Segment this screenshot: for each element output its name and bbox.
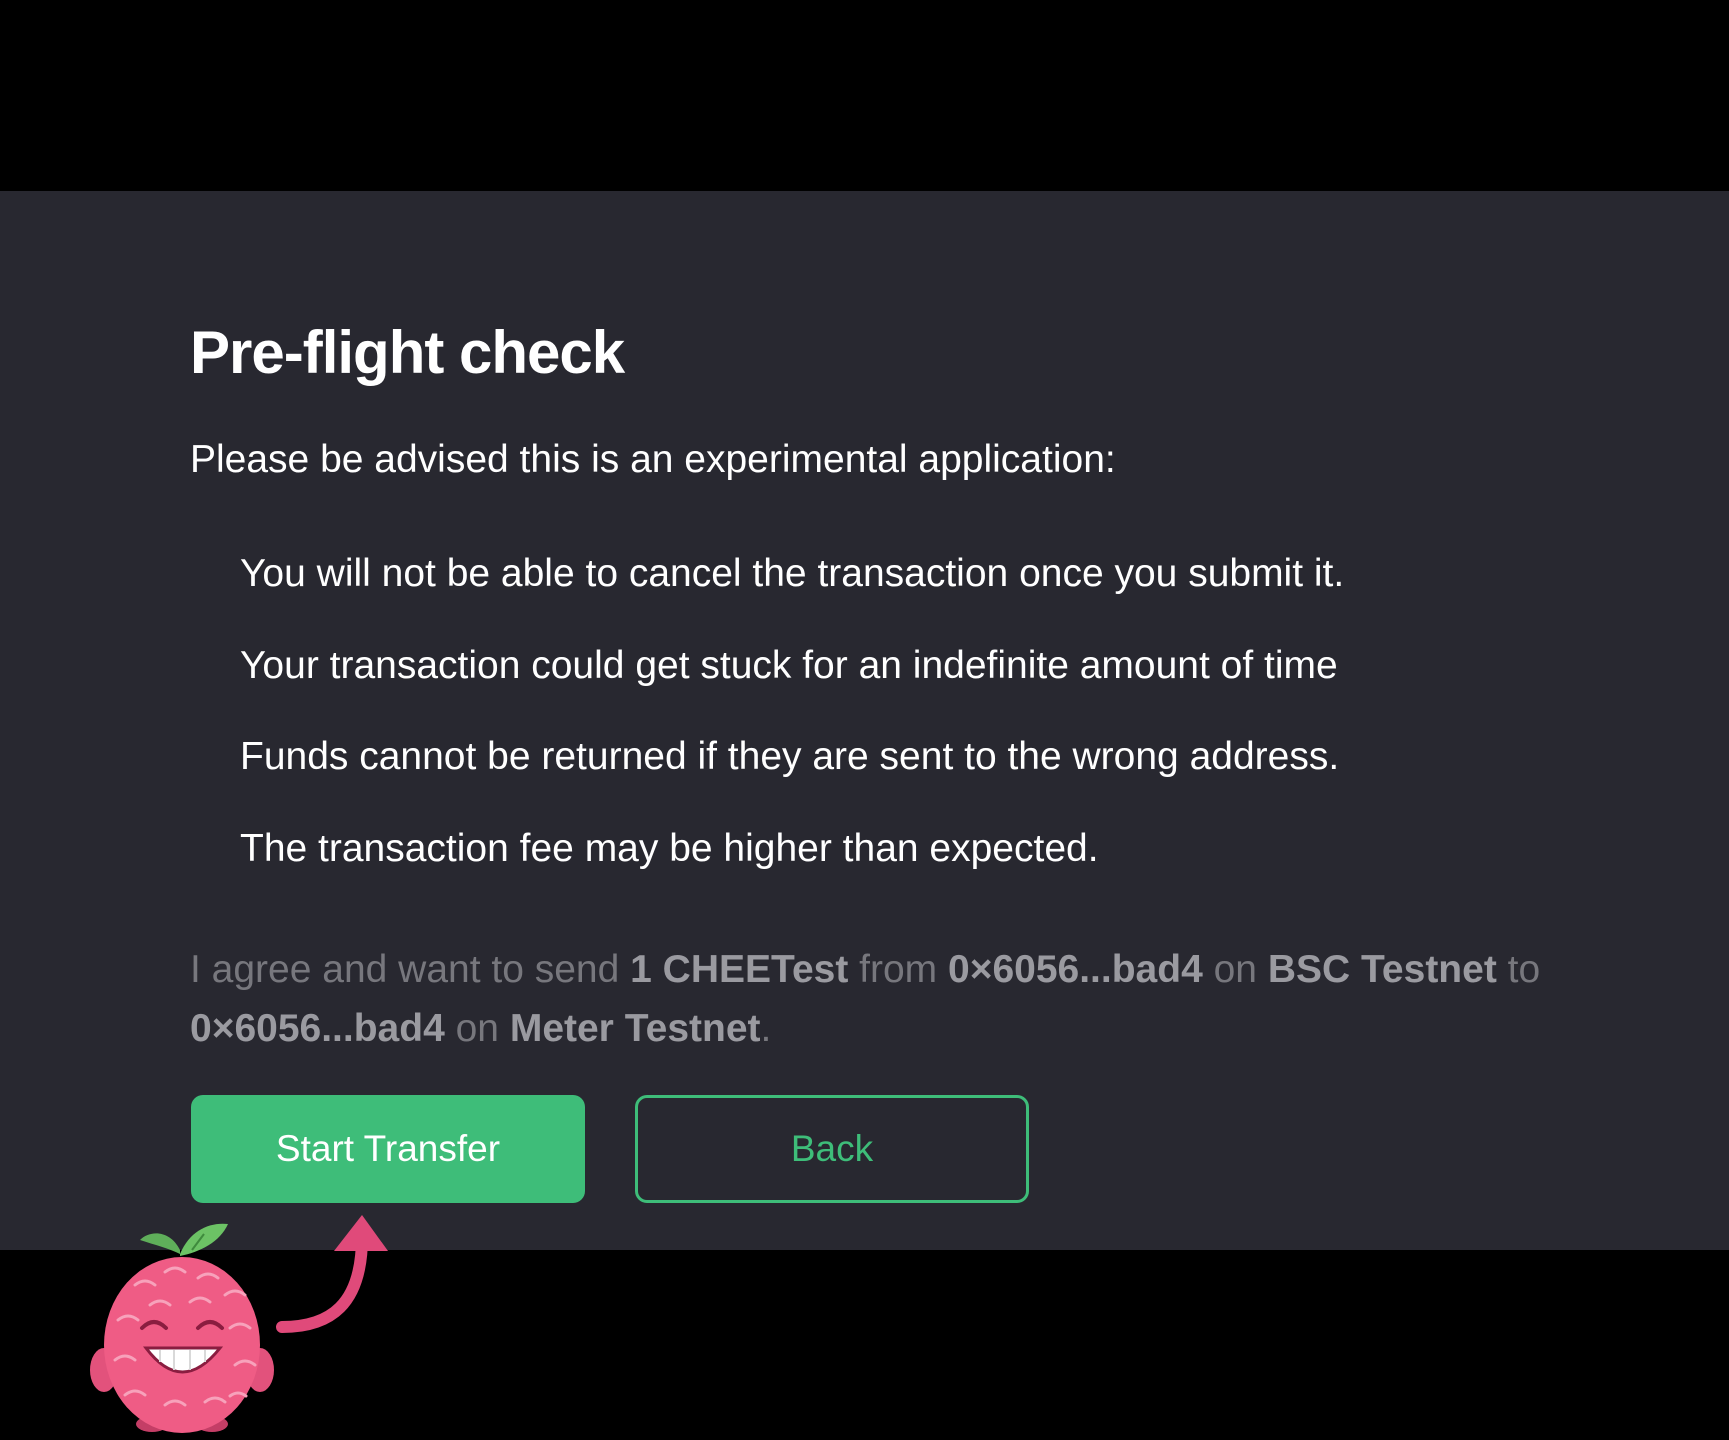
agreement-prefix: I agree and want to send bbox=[190, 948, 631, 991]
agreement-to-word: to bbox=[1496, 948, 1541, 991]
back-button[interactable]: Back bbox=[635, 1095, 1029, 1203]
agreement-on-word: on bbox=[1202, 948, 1268, 991]
to-network: Meter Testnet bbox=[509, 1007, 761, 1050]
to-address: 0×6056...bad4 bbox=[190, 1007, 445, 1050]
warning-item: The transaction fee may be higher than e… bbox=[240, 826, 1099, 870]
warning-item: Funds cannot be returned if they are sen… bbox=[240, 735, 1340, 778]
intro-text: Please be advised this is an experimenta… bbox=[190, 438, 1116, 481]
warning-list: You will not be able to cancel the trans… bbox=[240, 548, 1344, 914]
from-address: 0×6056...bad4 bbox=[948, 948, 1203, 991]
page-title: Pre-flight check bbox=[190, 319, 625, 386]
curved-arrow-icon bbox=[276, 1215, 388, 1333]
from-network: BSC Testnet bbox=[1267, 948, 1497, 991]
transfer-amount: 1 CHEETest bbox=[630, 948, 849, 991]
warning-item: You will not be able to cancel the trans… bbox=[240, 552, 1345, 595]
agreement-from-word: from bbox=[848, 948, 948, 991]
agreement-text: I agree and want to send 1 CHEETest from… bbox=[190, 940, 1610, 1058]
raspberry-mascot-icon bbox=[90, 1223, 274, 1433]
top-letterbox bbox=[0, 0, 1729, 191]
agreement-suffix: . bbox=[760, 1007, 772, 1050]
warning-item: Your transaction could get stuck for an … bbox=[240, 643, 1338, 687]
agreement-on-word: on bbox=[444, 1007, 510, 1050]
start-transfer-button[interactable]: Start Transfer bbox=[191, 1095, 585, 1203]
